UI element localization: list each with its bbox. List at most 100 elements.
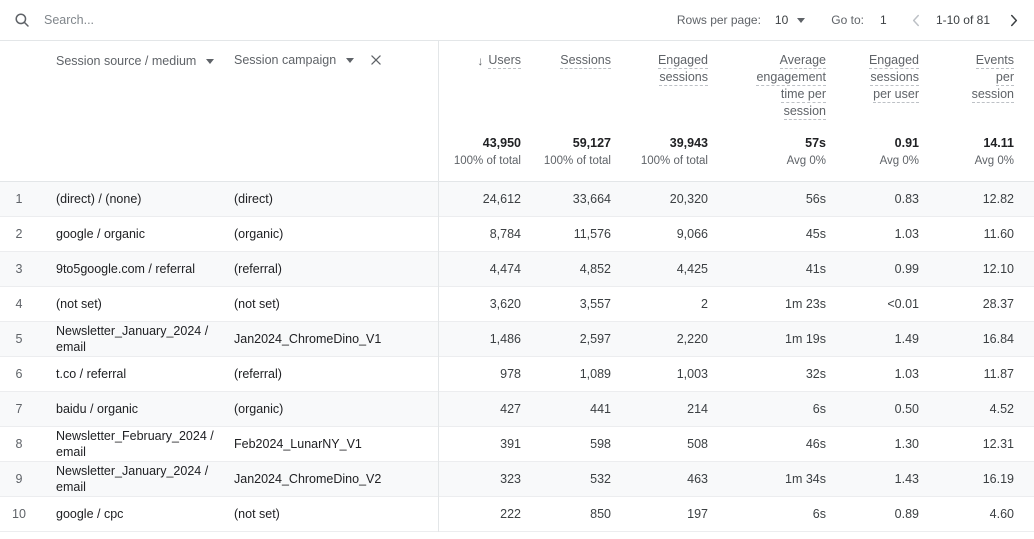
metric-header-users[interactable]: ↓ Users 43,950 100% of total — [438, 41, 541, 181]
cell-campaign[interactable]: (not set) — [230, 506, 438, 522]
cell-campaign[interactable]: (organic) — [230, 226, 438, 242]
table-toolbar: Rows per page: 10 Go to: 1-10 of 81 — [0, 0, 1034, 41]
metric-total-value: 14.11 — [983, 136, 1014, 150]
row-metrics: 24,612 33,664 20,320 56s 0.83 12.82 — [438, 191, 1034, 207]
cell-source-medium[interactable]: Newsletter_February_2024 / email — [38, 428, 230, 460]
cell-source-medium[interactable]: google / cpc — [38, 506, 230, 522]
metric-total-subtext: 100% of total — [543, 155, 611, 167]
column-divider — [438, 41, 439, 532]
cell-source-medium[interactable]: t.co / referral — [38, 366, 230, 382]
cell-campaign[interactable]: Jan2024_ChromeDino_V2 — [230, 471, 438, 487]
table-row[interactable]: 9 Newsletter_January_2024 / email Jan2024_… — [0, 462, 1034, 497]
dimension-selector-source[interactable]: Session source / medium — [56, 54, 215, 68]
metric-header-line: session — [728, 103, 826, 120]
goto-label: Go to: — [831, 13, 864, 27]
table-row[interactable]: 8 Newsletter_February_2024 / email Feb2024… — [0, 427, 1034, 462]
cell-engaged-sessions-per-user: 1.30 — [894, 437, 919, 451]
cell-source-medium[interactable]: 9to5google.com / referral — [38, 261, 230, 277]
cell-events-per-session: 4.60 — [989, 507, 1014, 521]
cell-campaign[interactable]: (referral) — [230, 366, 438, 382]
search-input[interactable] — [44, 9, 404, 31]
metric-total-value: 59,127 — [572, 136, 611, 150]
cell-engaged-sessions: 197 — [687, 507, 708, 521]
cell-sessions: 3,557 — [579, 297, 611, 311]
cell-source-medium[interactable]: (not set) — [38, 296, 230, 312]
cell-source-medium[interactable]: baidu / organic — [38, 401, 230, 417]
cell-users: 8,784 — [489, 227, 521, 241]
metric-total-engaged-sessions: 39,943 100% of total — [631, 135, 708, 169]
arrow-down-icon: ↓ — [477, 54, 484, 68]
rows-per-page-select[interactable]: 10 — [775, 13, 806, 27]
cell-engaged-sessions: 9,066 — [676, 227, 708, 241]
metric-header-sessions[interactable]: Sessions 59,127 100% of total — [541, 41, 631, 181]
row-index: 3 — [15, 262, 23, 276]
metric-header-line: per user — [846, 86, 919, 103]
cell-users: 24,612 — [482, 192, 521, 206]
cell-campaign[interactable]: (organic) — [230, 401, 438, 417]
cell-sessions: 850 — [590, 507, 611, 521]
metric-header-line: session — [939, 86, 1014, 103]
cell-campaign[interactable]: (not set) — [230, 296, 438, 312]
cell-avg-engagement-time: 41s — [805, 262, 826, 276]
cell-events-per-session: 12.31 — [982, 437, 1014, 451]
metric-header-text: per — [995, 70, 1014, 86]
cell-source-medium[interactable]: Newsletter_January_2024 / email — [38, 323, 230, 355]
table-row[interactable]: 4 (not set) (not set) 3,620 3,557 2 1m 23s <0.0… — [0, 287, 1034, 322]
dimension-header-source: Session source / medium — [38, 52, 230, 70]
metric-header-line: Sessions — [541, 52, 611, 69]
cell-source-medium[interactable]: (direct) / (none) — [38, 191, 230, 207]
table-row[interactable]: 6 t.co / referral (referral) 978 1,089 1,003 3… — [0, 357, 1034, 392]
dimension-selector-campaign[interactable]: Session campaign — [234, 53, 355, 67]
table-row[interactable]: 3 9to5google.com / referral (referral) 4,47… — [0, 252, 1034, 287]
row-dimensions: 3 9to5google.com / referral (referral) — [0, 252, 438, 286]
cell-avg-engagement-time: 6s — [812, 507, 826, 521]
metric-header-engaged-sessions[interactable]: Engaged sessions 39,943 100% of total — [631, 41, 728, 181]
cell-campaign[interactable]: Jan2024_ChromeDino_V1 — [230, 331, 438, 347]
cell-engaged-sessions: 2,220 — [676, 332, 708, 346]
row-index: 9 — [15, 472, 23, 486]
metric-header-text: per user — [873, 87, 919, 103]
close-icon[interactable] — [368, 52, 384, 68]
metric-header-text: sessions — [659, 70, 708, 86]
metric-header-line: engagement — [728, 69, 826, 86]
metric-header-text: Average — [779, 53, 826, 69]
cell-campaign[interactable]: Feb2024_LunarNY_V1 — [230, 436, 438, 452]
cell-campaign[interactable]: (referral) — [230, 261, 438, 277]
row-dimensions: 8 Newsletter_February_2024 / email Feb2024… — [0, 427, 438, 461]
metric-header-line: time per — [728, 86, 826, 103]
cell-engaged-sessions: 4,425 — [676, 262, 708, 276]
row-index: 4 — [15, 297, 23, 311]
metric-total-subtext: Avg 0% — [974, 155, 1014, 167]
cell-engaged-sessions-per-user: 1.43 — [894, 472, 919, 486]
metric-header-avg-engagement-time[interactable]: Average engagement time per session 57s Avg 0… — [728, 41, 846, 181]
metric-header-engaged-sessions-per-user[interactable]: Engaged sessions per user 0.91 Avg 0% — [846, 41, 939, 181]
next-page-button[interactable] — [1002, 9, 1024, 31]
table-row[interactable]: 1 (direct) / (none) (direct) 24,612 33,664 20… — [0, 182, 1034, 217]
cell-source-medium[interactable]: Newsletter_January_2024 / email — [38, 463, 230, 495]
table-row[interactable]: 5 Newsletter_January_2024 / email Jan2024_… — [0, 322, 1034, 357]
previous-page-button[interactable] — [906, 9, 928, 31]
cell-source-medium[interactable]: google / organic — [38, 226, 230, 242]
cell-campaign[interactable]: (direct) — [230, 191, 438, 207]
cell-sessions: 11,576 — [573, 227, 611, 241]
search-box[interactable] — [0, 0, 677, 40]
table-row[interactable]: 10 google / cpc (not set) 222 850 197 6s 0.89 4.… — [0, 497, 1034, 532]
metric-header-line: Events — [939, 52, 1014, 69]
cell-sessions: 2,597 — [579, 332, 611, 346]
cell-sessions: 1,089 — [579, 367, 611, 381]
cell-events-per-session: 16.84 — [982, 332, 1014, 346]
cell-avg-engagement-time: 1m 19s — [785, 332, 826, 346]
row-dimensions: 7 baidu / organic (organic) — [0, 392, 438, 426]
cell-events-per-session: 4.52 — [989, 402, 1014, 416]
cell-users: 323 — [500, 472, 521, 486]
goto-input[interactable] — [879, 13, 898, 27]
metric-total-engaged-sessions-per-user: 0.91 Avg 0% — [846, 135, 919, 169]
table-row[interactable]: 7 baidu / organic (organic) 427 441 214 6s 0.50… — [0, 392, 1034, 427]
cell-engaged-sessions: 508 — [687, 437, 708, 451]
cell-avg-engagement-time: 46s — [805, 437, 826, 451]
cell-users: 427 — [500, 402, 521, 416]
row-metrics: 391 598 508 46s 1.30 12.31 — [438, 436, 1034, 452]
metric-header-events-per-session[interactable]: Events per session 14.11 Avg 0% — [939, 41, 1034, 181]
table-row[interactable]: 2 google / organic (organic) 8,784 11,576 9,0… — [0, 217, 1034, 252]
metric-header-text: Users — [488, 53, 521, 69]
